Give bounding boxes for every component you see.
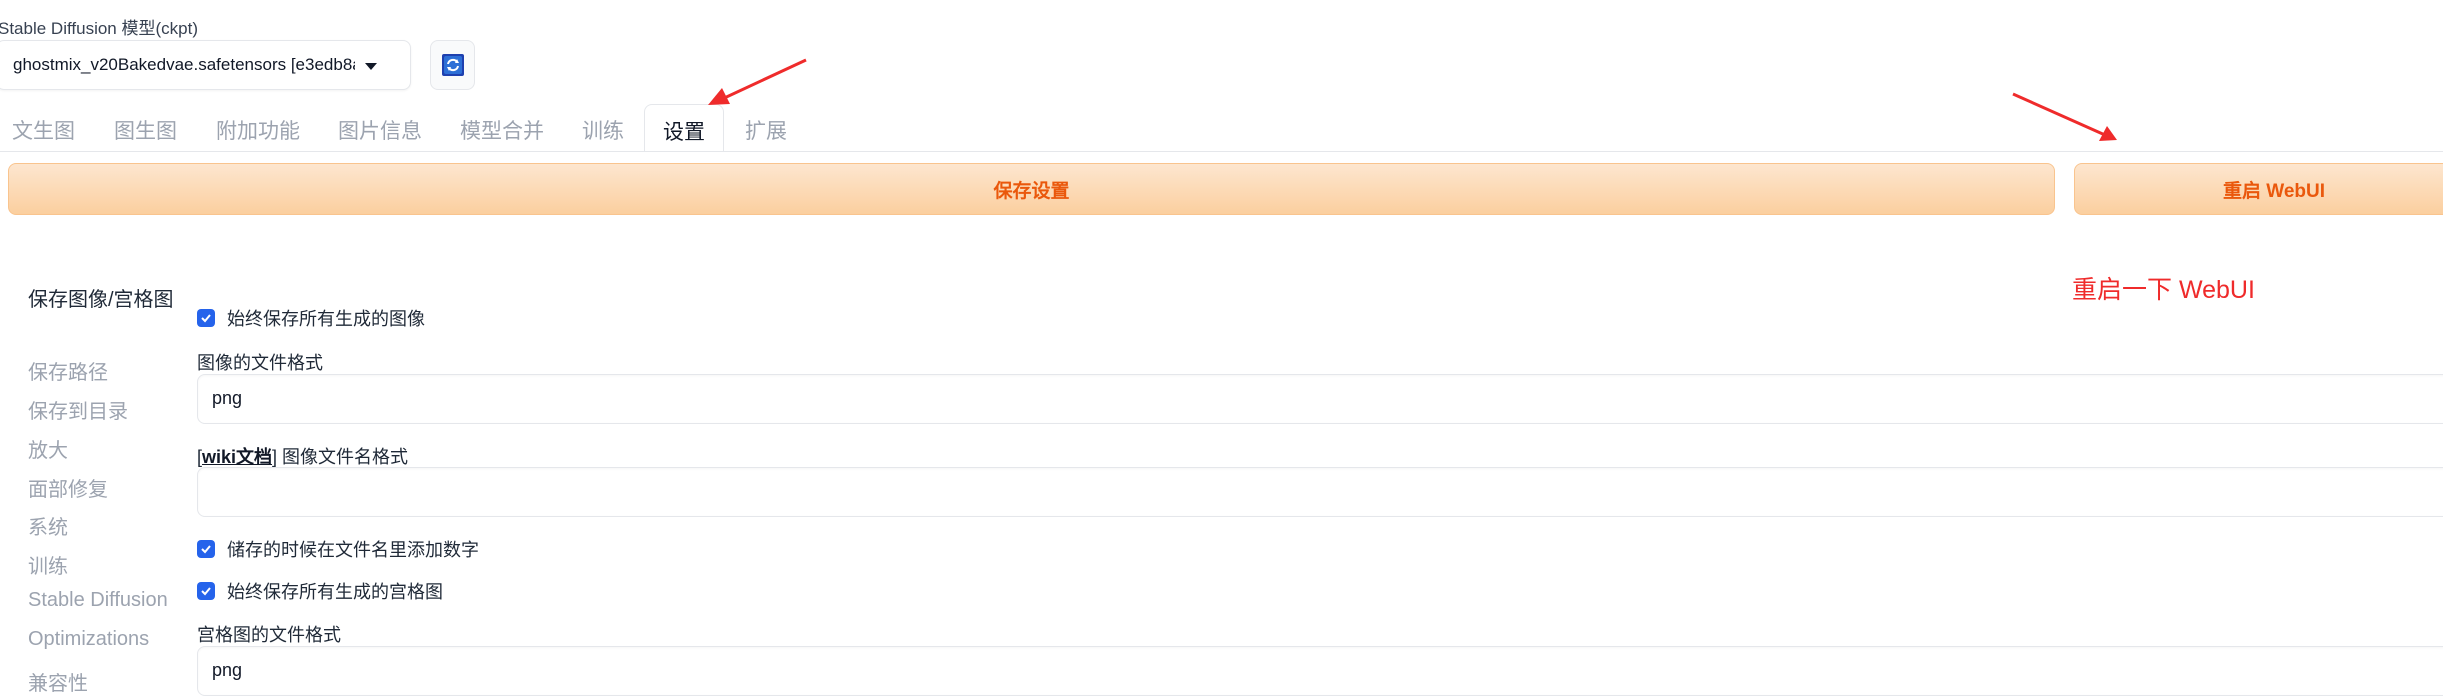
sidebar-item-optimizations[interactable]: Optimizations <box>28 628 149 651</box>
tab-txt2img[interactable]: 文生图 <box>12 104 75 152</box>
checkbox-always-save-images[interactable] <box>197 309 215 327</box>
setting-label: 始终保存所有生成的宫格图 <box>227 582 443 602</box>
filename-pattern-text: ] 图像文件名格式 <box>272 447 409 467</box>
tab-png-info[interactable]: 图片信息 <box>338 104 422 152</box>
setting-add-number[interactable]: 储存的时候在文件名里添加数字 <box>197 536 479 562</box>
sidebar-item-face-restoration[interactable]: 面部修复 <box>28 473 108 502</box>
model-label: Stable Diffusion 模型(ckpt) <box>0 19 198 38</box>
wiki-link[interactable]: wiki文档 <box>202 447 272 467</box>
annotation-text: 重启一下 WebUI <box>2072 276 2255 304</box>
sidebar-item-save-paths[interactable]: 保存路径 <box>28 356 108 385</box>
refresh-icon <box>441 54 464 76</box>
sidebar-item-save-to-dirs[interactable]: 保存到目录 <box>28 395 128 424</box>
model-dropdown[interactable]: ghostmix_v20Bakedvae.safetensors [e3edb8… <box>0 40 411 90</box>
tab-train[interactable]: 训练 <box>582 104 624 152</box>
save-settings-button[interactable]: 保存设置 <box>8 163 2055 215</box>
refresh-button[interactable] <box>430 40 475 90</box>
checkmark-icon <box>201 545 211 554</box>
sidebar-item-upscaling[interactable]: 放大 <box>28 434 68 463</box>
arrow-to-settings-tab-icon <box>708 58 807 105</box>
setting-always-save-images[interactable]: 始终保存所有生成的图像 <box>197 305 425 331</box>
sidebar-item-save-images[interactable]: 保存图像/宫格图 <box>28 286 178 315</box>
tab-img2img[interactable]: 图生图 <box>114 104 177 152</box>
tab-extras[interactable]: 附加功能 <box>216 104 300 152</box>
arrow-to-restart-button-icon <box>2012 92 2117 141</box>
sidebar-item-system[interactable]: 系统 <box>28 511 68 540</box>
filename-pattern-input[interactable] <box>197 467 2443 517</box>
checkmark-icon <box>201 587 211 596</box>
setting-label: 储存的时候在文件名里添加数字 <box>227 540 479 560</box>
sidebar-item-training[interactable]: 训练 <box>28 550 68 579</box>
grid-format-input[interactable]: png <box>197 646 2443 696</box>
sidebar-item-compatibility[interactable]: 兼容性 <box>28 667 88 696</box>
tab-settings[interactable]: 设置 <box>644 104 724 152</box>
chevron-down-icon <box>365 63 377 70</box>
image-format-label: 图像的文件格式 <box>197 353 323 373</box>
image-format-input[interactable]: png <box>197 374 2443 424</box>
tab-checkpoint-merger[interactable]: 模型合并 <box>460 104 544 152</box>
restart-webui-button[interactable]: 重启 WebUI <box>2074 163 2443 215</box>
model-selected-value: ghostmix_v20Bakedvae.safetensors [e3edb8… <box>13 55 355 74</box>
checkbox-always-save-grids[interactable] <box>197 582 215 600</box>
tab-divider <box>0 151 2443 152</box>
tab-extensions[interactable]: 扩展 <box>745 104 787 152</box>
checkmark-icon <box>201 314 211 323</box>
grid-format-label: 宫格图的文件格式 <box>197 625 341 645</box>
grid-format-value: png <box>212 660 243 680</box>
checkbox-add-number[interactable] <box>197 540 215 558</box>
sidebar-item-stable-diffusion[interactable]: Stable Diffusion <box>28 589 168 612</box>
setting-label: 始终保存所有生成的图像 <box>227 309 425 329</box>
image-format-value: png <box>212 388 243 408</box>
setting-always-save-grids[interactable]: 始终保存所有生成的宫格图 <box>197 578 443 604</box>
filename-pattern-label: [wiki文档] 图像文件名格式 <box>197 443 408 469</box>
